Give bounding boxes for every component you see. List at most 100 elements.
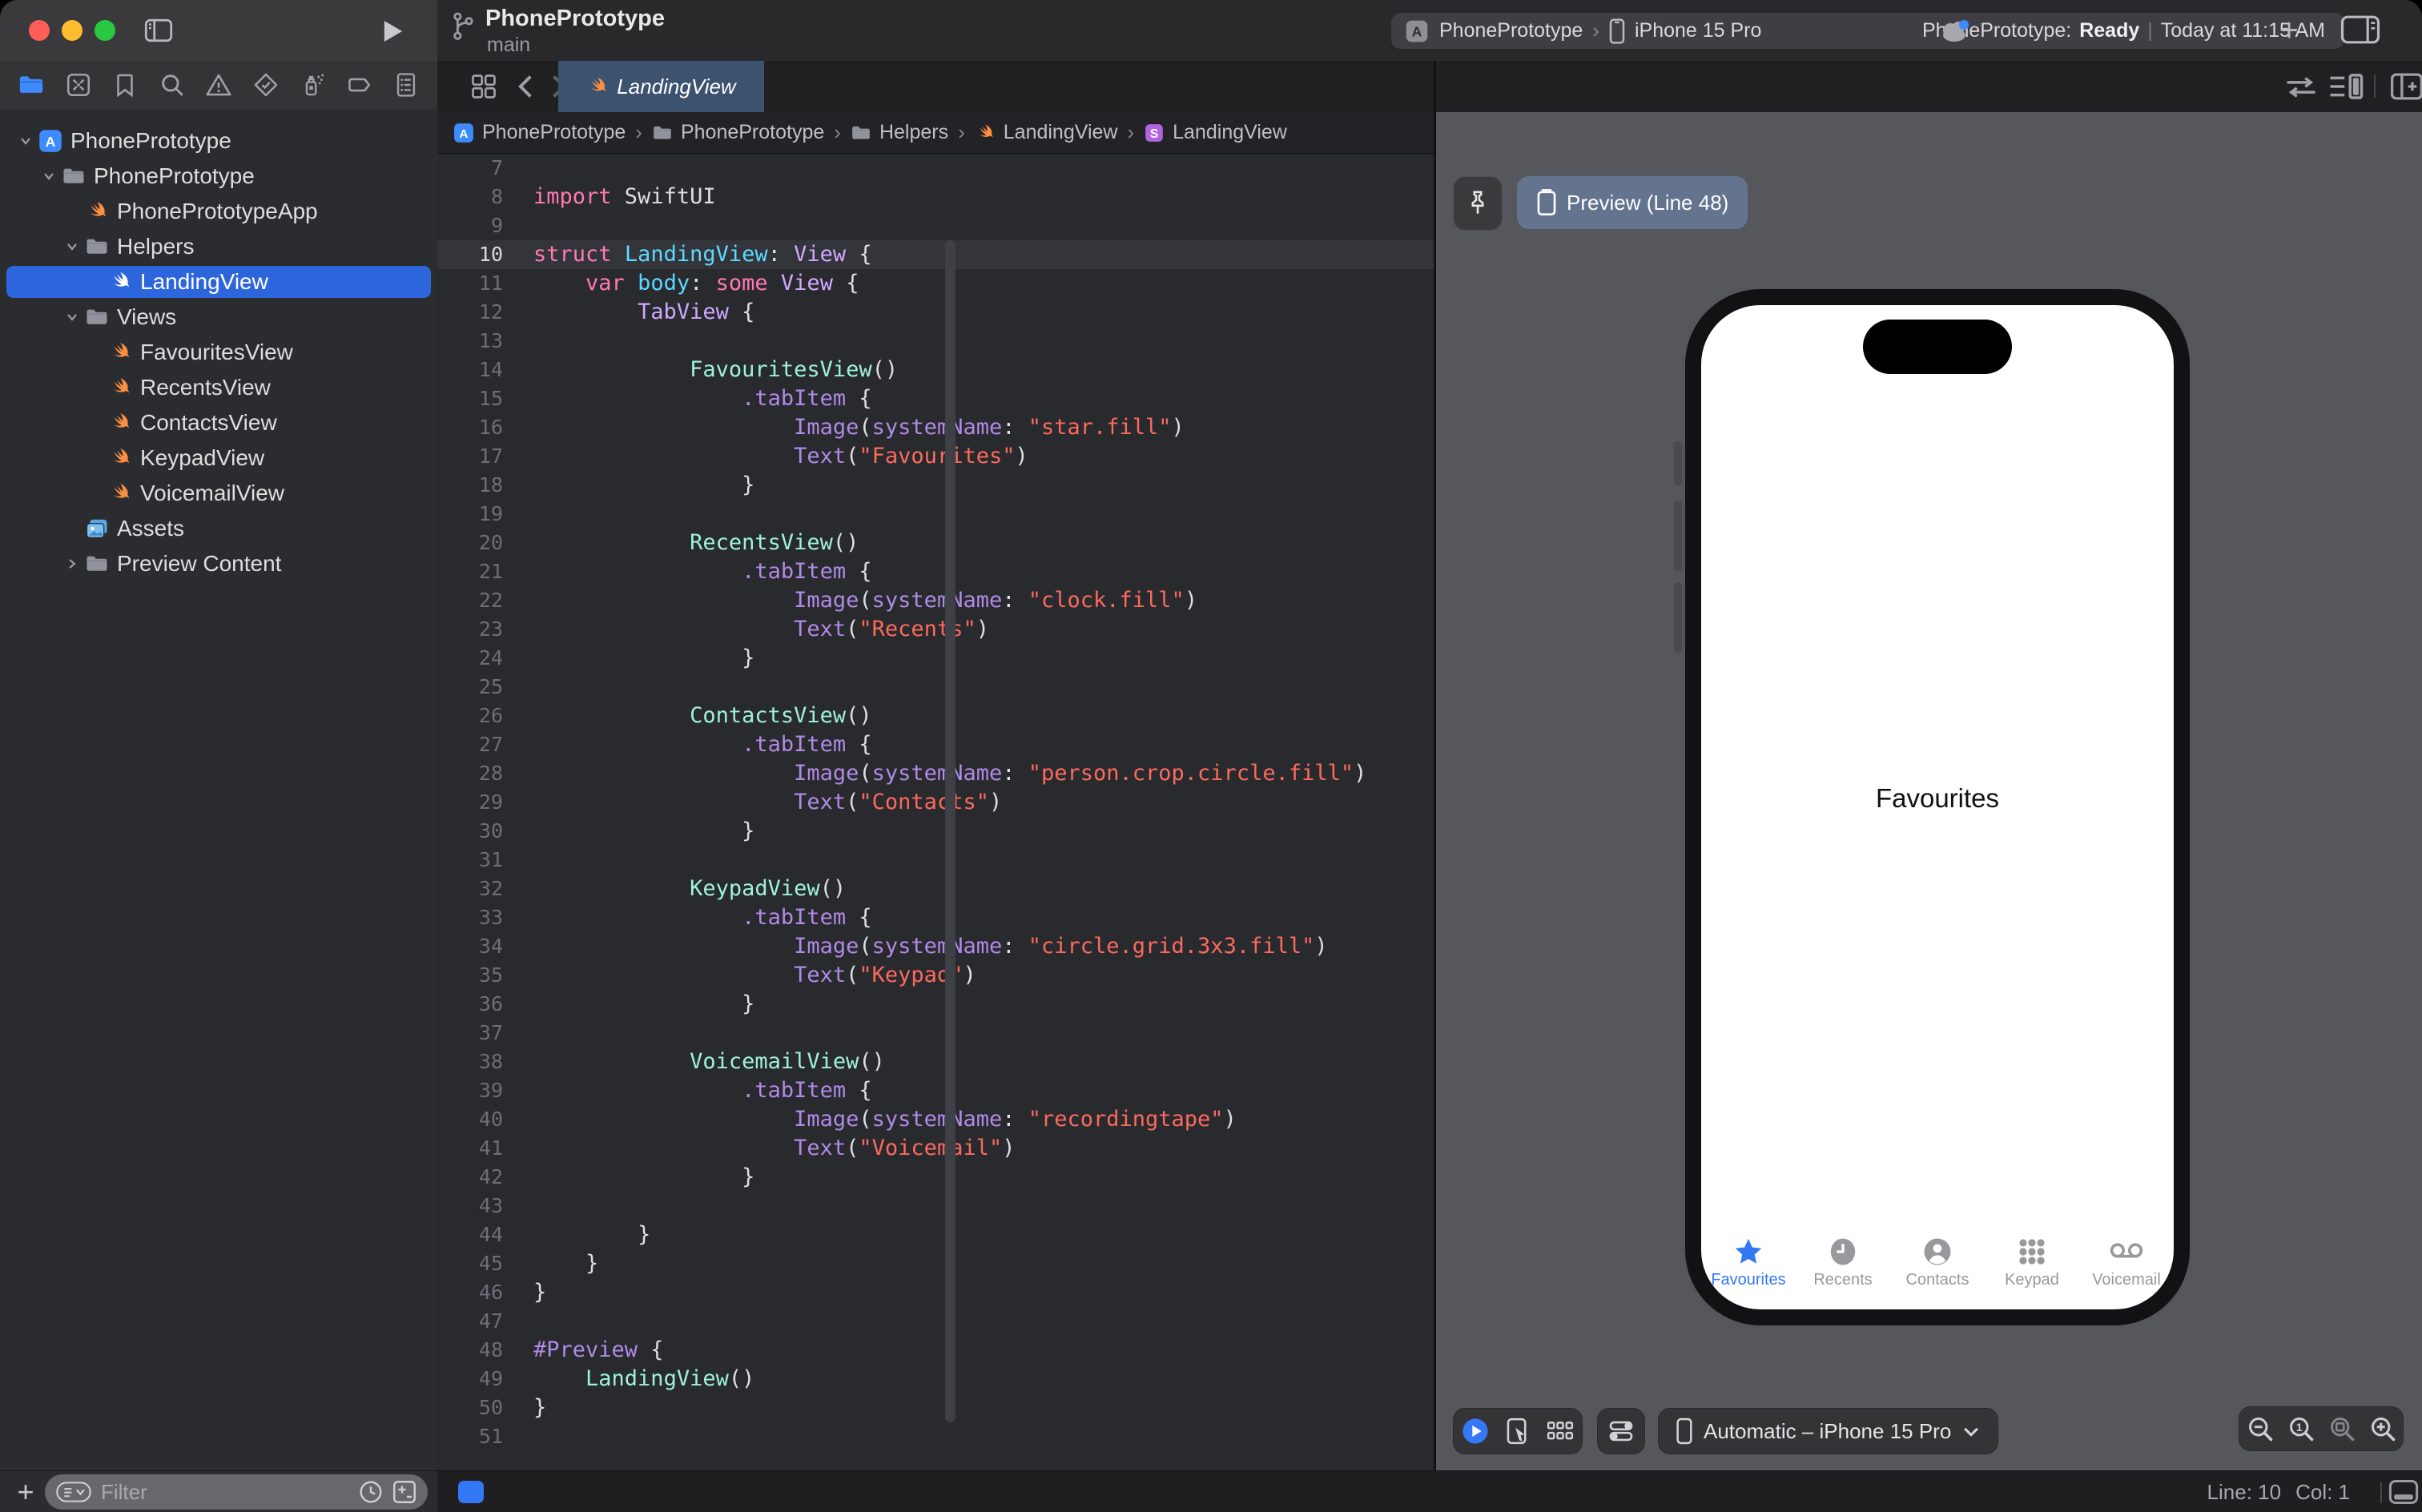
cloud-status-icon[interactable] <box>1937 13 1975 45</box>
code-line-28[interactable]: 28 Image(systemName: "person.crop.circle… <box>437 759 1434 788</box>
breadcrumb-item-helpers[interactable]: Helpers <box>851 121 948 144</box>
code-line-47[interactable]: 47 <box>437 1307 1434 1336</box>
editor-breakpoint-toggle[interactable] <box>458 1481 484 1503</box>
code-line-43[interactable]: 43 <box>437 1192 1434 1220</box>
add-tab-button[interactable]: + <box>2273 13 2305 48</box>
pin-preview-button[interactable] <box>1453 176 1503 231</box>
code-line-13[interactable]: 13 <box>437 327 1434 356</box>
code-line-9[interactable]: 9 <box>437 211 1434 240</box>
toggle-inspector-icon[interactable] <box>2340 14 2380 45</box>
zoom-out-icon[interactable] <box>2239 1407 2280 1450</box>
issues-icon[interactable] <box>199 65 239 105</box>
breadcrumb-item-phoneprototype[interactable]: A PhonePrototype <box>453 121 626 144</box>
code-line-41[interactable]: 41 Text("Voicemail") <box>437 1134 1434 1163</box>
editor-tab-landingview[interactable]: LandingView <box>558 61 764 112</box>
code-line-42[interactable]: 42 } <box>437 1163 1434 1192</box>
zoom-fit-icon[interactable] <box>2321 1407 2362 1450</box>
sidebar-item-assets[interactable]: Assets <box>0 511 437 546</box>
filter-field[interactable]: Filter <box>45 1474 428 1510</box>
iphone-screen[interactable]: Favourites Favourites Recents Contacts Keyp… <box>1701 305 2174 1309</box>
device-settings-icon[interactable] <box>1597 1408 1645 1454</box>
code-line-15[interactable]: 15 .tabItem { <box>437 384 1434 413</box>
code-line-49[interactable]: 49 LandingView() <box>437 1365 1434 1393</box>
tests-icon[interactable] <box>246 65 286 105</box>
code-line-40[interactable]: 40 Image(systemName: "recordingtape") <box>437 1105 1434 1134</box>
code-line-37[interactable]: 37 <box>437 1019 1434 1048</box>
code-line-33[interactable]: 33 .tabItem { <box>437 903 1434 932</box>
preview-chip[interactable]: Preview (Line 48) <box>1517 176 1748 229</box>
sidebar-item-preview-content[interactable]: Preview Content <box>0 546 437 581</box>
code-line-45[interactable]: 45 } <box>437 1249 1434 1278</box>
sidebar-item-phoneprototypeapp[interactable]: PhonePrototypeApp <box>0 194 437 229</box>
code-line-27[interactable]: 27 .tabItem { <box>437 730 1434 759</box>
disclosure-chevron-down-icon[interactable] <box>64 309 80 325</box>
code-line-48[interactable]: 48 #Preview { <box>437 1336 1434 1365</box>
code-line-14[interactable]: 14 FavouritesView() <box>437 356 1434 384</box>
sidebar-item-views[interactable]: Views <box>0 300 437 335</box>
go-back-icon[interactable] <box>514 74 538 99</box>
code-line-26[interactable]: 26 ContactsView() <box>437 702 1434 730</box>
disclosure-chevron-down-icon[interactable] <box>18 133 34 149</box>
code-line-51[interactable]: 51 <box>437 1422 1434 1451</box>
toggle-navigator-icon[interactable] <box>143 17 175 44</box>
code-line-23[interactable]: 23 Text("Recents") <box>437 615 1434 644</box>
code-line-25[interactable]: 25 <box>437 673 1434 702</box>
phone-tab-contacts[interactable]: Contacts <box>1890 1233 1985 1309</box>
code-line-17[interactable]: 17 Text("Favourites") <box>437 442 1434 471</box>
code-line-38[interactable]: 38 VoicemailView() <box>437 1048 1434 1076</box>
editor-layout-icon[interactable] <box>2388 1479 2419 1505</box>
code-line-50[interactable]: 50} <box>437 1393 1434 1422</box>
code-line-29[interactable]: 29 Text("Contacts") <box>437 788 1434 817</box>
code-line-11[interactable]: 11 var body: some View { <box>437 269 1434 298</box>
find-icon[interactable] <box>152 65 192 105</box>
breadcrumb-item-landingview[interactable]: LandingView <box>975 121 1117 144</box>
close-window-button[interactable] <box>29 20 50 41</box>
code-line-35[interactable]: 35 Text("Keypad") <box>437 961 1434 990</box>
breadcrumb-item-landingview[interactable]: S LandingView <box>1144 121 1287 144</box>
recent-files-clock-icon[interactable] <box>359 1480 383 1504</box>
zoom-window-button[interactable] <box>95 20 115 41</box>
sidebar-item-contactsview[interactable]: ContactsView <box>0 405 437 440</box>
code-line-31[interactable]: 31 <box>437 846 1434 875</box>
code-line-46[interactable]: 46} <box>437 1278 1434 1307</box>
live-preview-play-button[interactable] <box>1454 1409 1497 1454</box>
scheme-selector[interactable]: A PhonePrototype › iPhone 15 Pro PhonePr… <box>1391 13 2344 49</box>
preview-device-selector[interactable]: Automatic – iPhone 15 Pro <box>1658 1408 1999 1454</box>
code-line-44[interactable]: 44 } <box>437 1220 1434 1249</box>
breadcrumb-item-phoneprototype[interactable]: PhonePrototype <box>652 121 824 144</box>
sidebar-item-recentsview[interactable]: RecentsView <box>0 370 437 405</box>
minimap-icon[interactable] <box>2327 72 2364 101</box>
zoom-in-icon[interactable] <box>2362 1407 2403 1450</box>
project-navigator-icon[interactable] <box>11 65 51 105</box>
phone-tab-favourites[interactable]: Favourites <box>1701 1233 1796 1309</box>
source-control-icon[interactable] <box>58 65 99 105</box>
add-file-button[interactable]: + <box>11 1475 40 1508</box>
adjust-editor-icon[interactable] <box>2284 75 2318 99</box>
code-line-34[interactable]: 34 Image(systemName: "circle.grid.3x3.fi… <box>437 932 1434 961</box>
code-line-39[interactable]: 39 .tabItem { <box>437 1076 1434 1105</box>
sidebar-item-helpers[interactable]: Helpers <box>0 229 437 264</box>
disclosure-chevron-right-icon[interactable] <box>64 556 80 572</box>
code-line-32[interactable]: 32 KeypadView() <box>437 875 1434 903</box>
code-line-22[interactable]: 22 Image(systemName: "clock.fill") <box>437 586 1434 615</box>
code-line-21[interactable]: 21 .tabItem { <box>437 557 1434 586</box>
run-button[interactable] <box>380 18 407 45</box>
code-line-30[interactable]: 30 } <box>437 817 1434 846</box>
code-line-16[interactable]: 16 Image(systemName: "star.fill") <box>437 413 1434 442</box>
minimize-window-button[interactable] <box>62 20 82 41</box>
source-editor[interactable]: 7 8 import SwiftUI 9 10 struct LandingView: V… <box>437 154 1434 1470</box>
code-line-12[interactable]: 12 TabView { <box>437 298 1434 327</box>
code-line-36[interactable]: 36 } <box>437 990 1434 1019</box>
add-editor-icon[interactable] <box>2390 72 2422 101</box>
disclosure-chevron-down-icon[interactable] <box>64 239 80 255</box>
related-items-icon[interactable] <box>469 72 498 101</box>
code-fold-ribbon[interactable] <box>945 240 956 1422</box>
disclosure-chevron-down-icon[interactable] <box>41 168 57 184</box>
sidebar-item-phoneprototype[interactable]: PhonePrototype <box>0 159 437 194</box>
debug-icon[interactable] <box>292 65 332 105</box>
phone-tab-recents[interactable]: Recents <box>1796 1233 1890 1309</box>
sidebar-item-favouritesview[interactable]: FavouritesView <box>0 335 437 370</box>
sidebar-item-phoneprototype[interactable]: A PhonePrototype <box>0 123 437 159</box>
phone-tab-keypad[interactable]: Keypad <box>1985 1233 2079 1309</box>
zoom-100-icon[interactable]: 1 <box>2280 1407 2321 1450</box>
